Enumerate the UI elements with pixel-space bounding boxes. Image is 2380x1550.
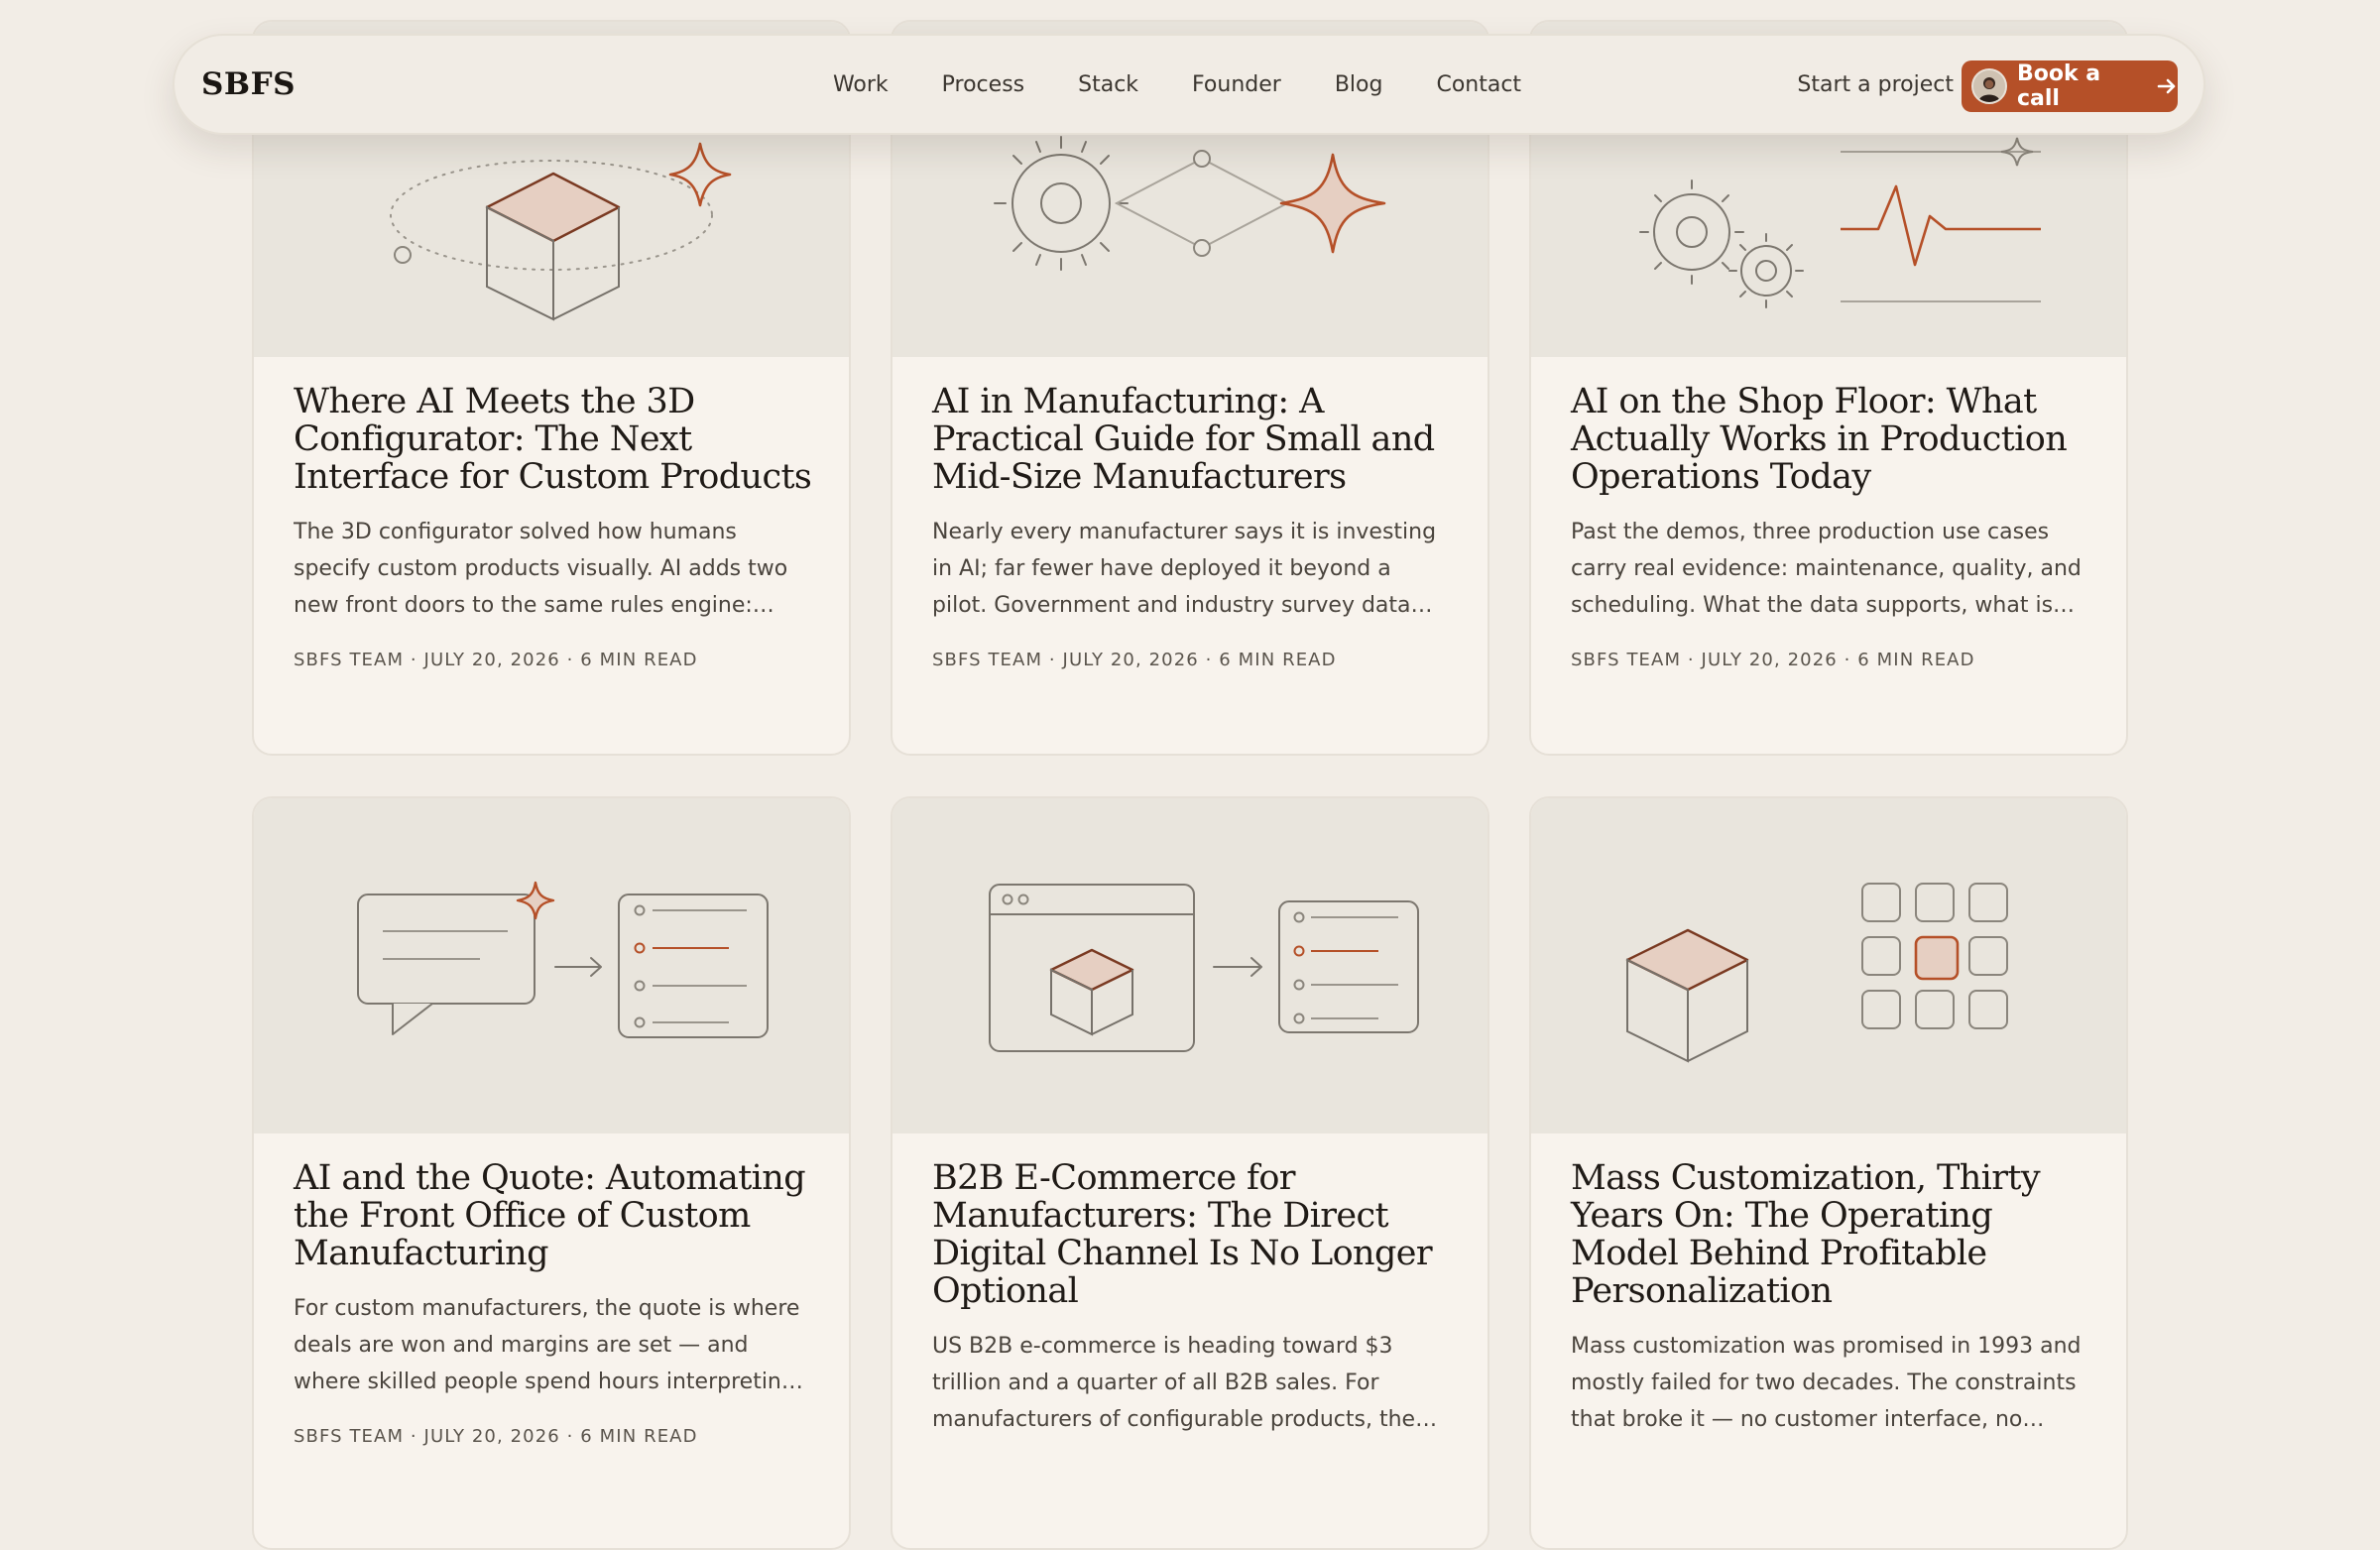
- post-excerpt: US B2B e-commerce is heading toward $3 t…: [932, 1334, 1416, 1432]
- nav-link-process[interactable]: Process: [915, 72, 1051, 97]
- post-title[interactable]: AI on the Shop Floor: What Actually Work…: [1571, 383, 2090, 496]
- post-excerpt: Nearly every manufacturer says it is inv…: [932, 520, 1437, 618]
- post-meta: SBFS TEAM · JULY 20, 2026 · 6 MIN READ: [294, 650, 698, 670]
- post-excerpt: The 3D configurator solved how humans sp…: [294, 520, 788, 618]
- blog-card[interactable]: AI and the Quote: Automating the Front O…: [252, 796, 851, 1550]
- cube-grid-icon: [1625, 883, 2008, 1063]
- post-title[interactable]: Mass Customization, Thirty Years On: The…: [1571, 1159, 2090, 1310]
- nav-link-work[interactable]: Work: [806, 72, 915, 97]
- start-project-link[interactable]: Start a project: [1797, 36, 1954, 133]
- nav-link-blog[interactable]: Blog: [1308, 72, 1410, 97]
- avatar: [1971, 68, 2007, 104]
- post-title[interactable]: AI and the Quote: Automating the Front O…: [294, 1159, 813, 1272]
- post-meta: SBFS TEAM · JULY 20, 2026 · 6 MIN READ: [294, 1426, 698, 1447]
- nav-link-stack[interactable]: Stack: [1051, 72, 1165, 97]
- arrow-right-icon: [2156, 75, 2178, 97]
- illustration-chat-to-list: [254, 798, 849, 1133]
- post-meta: SBFS TEAM · JULY 20, 2026 · 6 MIN READ: [1571, 650, 1975, 670]
- illustration-browser-to-list: [892, 798, 1488, 1133]
- nav-link-contact[interactable]: Contact: [1409, 72, 1548, 97]
- book-call-button[interactable]: Book a call: [1962, 60, 2178, 112]
- nav-link-founder[interactable]: Founder: [1165, 72, 1308, 97]
- post-title[interactable]: B2B E-Commerce for Manufacturers: The Di…: [932, 1159, 1452, 1310]
- illustration-cube-grid: [1531, 798, 2126, 1133]
- post-meta: SBFS TEAM · JULY 20, 2026 · 6 MIN READ: [932, 650, 1337, 670]
- brand-logo[interactable]: SBFS: [201, 36, 296, 133]
- browser-to-list-icon: [989, 884, 1419, 1052]
- post-title[interactable]: AI in Manufacturing: A Practical Guide f…: [932, 383, 1452, 496]
- post-excerpt: For custom manufacturers, the quote is w…: [294, 1296, 800, 1394]
- post-title[interactable]: Where AI Meets the 3D Configurator: The …: [294, 383, 813, 496]
- post-excerpt: Mass customization was promised in 1993 …: [1571, 1334, 2082, 1432]
- person-avatar-icon: [1973, 70, 2005, 102]
- post-excerpt: Past the demos, three production use cas…: [1571, 520, 2082, 618]
- chat-to-list-icon: [357, 881, 769, 1038]
- book-call-label: Book a call: [2017, 61, 2101, 111]
- blog-card[interactable]: B2B E-Commerce for Manufacturers: The Di…: [891, 796, 1489, 1550]
- top-navigation: SBFS Work Process Stack Founder Blog Con…: [173, 34, 2205, 135]
- blog-card[interactable]: Mass Customization, Thirty Years On: The…: [1529, 796, 2128, 1550]
